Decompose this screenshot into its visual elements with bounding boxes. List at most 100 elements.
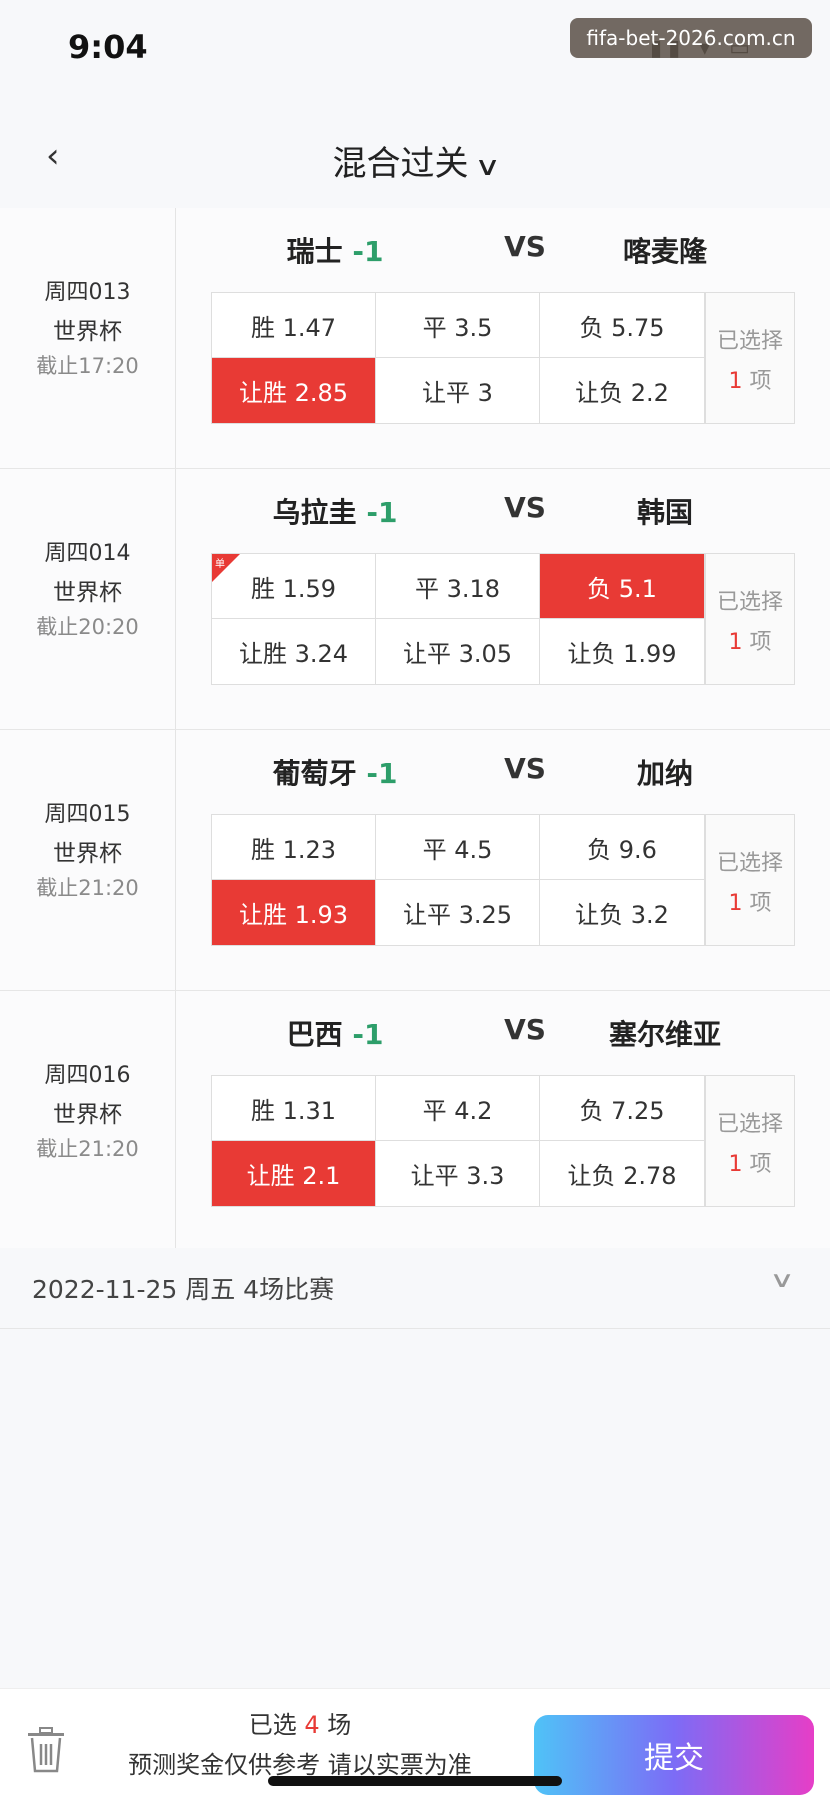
submit-button[interactable]: 提交 <box>534 1715 814 1795</box>
odds-label: 平 4.5 <box>422 835 493 864</box>
odds-option[interactable]: 让负 2.78 <box>540 1141 704 1206</box>
odds-option[interactable]: 负 5.1 <box>540 554 704 619</box>
home-indicator <box>268 1776 562 1786</box>
home-team-name: 巴西 <box>286 1018 343 1051</box>
odds-option[interactable]: 胜 1.47 <box>212 293 376 358</box>
match-code: 周四015 <box>44 802 131 827</box>
odds-option[interactable]: 胜 1.31 <box>212 1076 376 1141</box>
match-list: 周四013 世界杯 截止17:20 瑞士 -1 VS 喀麦隆 胜 1.47 平 3… <box>0 208 830 1252</box>
odds-option[interactable]: 负 5.75 <box>540 293 704 358</box>
match-row: 周四013 世界杯 截止17:20 瑞士 -1 VS 喀麦隆 胜 1.47 平 3… <box>0 208 830 469</box>
odds-option[interactable]: 平 3.18 <box>376 554 540 619</box>
league-name: 世界杯 <box>53 841 122 867</box>
handicap: -1 <box>352 235 384 268</box>
match-info: 周四015 世界杯 截止21:20 <box>0 730 176 990</box>
odds-option[interactable]: 让胜 3.24 <box>212 619 376 684</box>
odds-option[interactable]: 让平 3.05 <box>376 619 540 684</box>
selected-count-line: 1 项 <box>706 624 794 656</box>
home-team-name: 瑞士 <box>286 235 343 268</box>
selected-unit: 项 <box>749 891 772 916</box>
match-code: 周四013 <box>44 280 131 305</box>
odds-option[interactable]: 让负 2.2 <box>540 358 704 423</box>
selected-count: 1 <box>728 630 743 655</box>
odds-label: 胜 1.23 <box>250 835 337 864</box>
deadline: 截止20:20 <box>36 615 139 639</box>
odds-option[interactable]: 平 4.5 <box>376 815 540 880</box>
odds-grid: 单胜 1.59 平 3.18 负 5.1 让胜 3.24 让平 3.05 让负 1.99 <box>211 553 705 685</box>
away-team-name: 塞尔维亚 <box>608 1018 721 1051</box>
odds-label: 让负 2.78 <box>567 1162 677 1190</box>
play-type-selector[interactable]: 混合过关 ∨ <box>0 136 830 185</box>
odds-label: 胜 1.59 <box>250 574 337 603</box>
away-team-name: 喀麦隆 <box>622 235 707 268</box>
odds-option[interactable]: 让胜 2.1 <box>212 1141 376 1206</box>
odds-option[interactable]: 负 7.25 <box>540 1076 704 1141</box>
away-team-name: 加纳 <box>636 757 693 790</box>
single-badge: 单 <box>215 559 225 570</box>
handicap: -1 <box>366 496 398 529</box>
teams: 巴西 -1 VS 塞尔维亚 <box>175 1013 830 1053</box>
odds-label: 让胜 1.93 <box>238 901 349 929</box>
home-team: 瑞士 -1 <box>175 230 495 270</box>
teams: 葡萄牙 -1 VS 加纳 <box>175 752 830 792</box>
match-info: 周四014 世界杯 截止20:20 <box>0 469 176 729</box>
selected-unit: 项 <box>749 630 772 655</box>
odds-label: 平 3.5 <box>422 313 493 342</box>
odds-option[interactable]: 让平 3 <box>376 358 540 423</box>
odds-label: 让平 3.05 <box>402 640 513 668</box>
odds-option[interactable]: 平 3.5 <box>376 293 540 358</box>
odds-option[interactable]: 让胜 1.93 <box>212 880 376 945</box>
selected-count: 1 <box>728 369 743 394</box>
odds-option[interactable]: 让平 3.25 <box>376 880 540 945</box>
odds-option[interactable]: 负 9.6 <box>540 815 704 880</box>
handicap: -1 <box>352 1018 384 1051</box>
deadline: 截止21:20 <box>36 1137 139 1161</box>
odds-option[interactable]: 让负 1.99 <box>540 619 704 684</box>
odds-label: 让胜 3.24 <box>238 640 349 668</box>
selected-options-box[interactable]: 已选择 1 项 <box>705 292 795 424</box>
odds-grid: 胜 1.23 平 4.5 负 9.6 让胜 1.93 让平 3.25 让负 3.2 <box>211 814 705 946</box>
selected-count: 1 <box>728 1152 743 1177</box>
match-row: 周四015 世界杯 截止21:20 葡萄牙 -1 VS 加纳 胜 1.23 平 4… <box>0 730 830 991</box>
match-row: 周四014 世界杯 截止20:20 乌拉圭 -1 VS 韩国 单胜 1.59 平 … <box>0 469 830 730</box>
home-team-name: 葡萄牙 <box>272 757 357 790</box>
page-title: 混合过关 <box>332 144 469 184</box>
selected-prefix: 已选 <box>248 1711 297 1739</box>
selected-summary: 已选 4 场 <box>0 1705 600 1740</box>
nav-bar: ‹ 混合过关 ∨ <box>0 100 830 210</box>
deadline: 截止17:20 <box>36 354 139 378</box>
odds-option[interactable]: 让胜 2.85 <box>212 358 376 423</box>
selected-label: 已选择 <box>716 1112 783 1137</box>
odds-option[interactable]: 让负 3.2 <box>540 880 704 945</box>
selected-options-box[interactable]: 已选择 1 项 <box>705 814 795 946</box>
selected-count: 1 <box>728 891 743 916</box>
match-code: 周四014 <box>44 541 131 566</box>
home-team: 乌拉圭 -1 <box>175 491 495 531</box>
selected-options-box[interactable]: 已选择 1 项 <box>705 1075 795 1207</box>
match-info: 周四013 世界杯 截止17:20 <box>0 208 176 468</box>
match-info: 周四016 世界杯 截止21:20 <box>0 991 176 1251</box>
odds-label: 让平 3.25 <box>402 901 513 929</box>
odds-label: 让负 2.2 <box>575 379 669 407</box>
selected-unit: 项 <box>749 369 772 394</box>
odds-label: 负 7.25 <box>579 1096 665 1125</box>
odds-option[interactable]: 单胜 1.59 <box>212 554 376 619</box>
odds-label: 平 4.2 <box>422 1096 493 1125</box>
odds-label: 让胜 2.1 <box>246 1162 341 1190</box>
selected-count-line: 1 项 <box>706 885 794 917</box>
teams: 瑞士 -1 VS 喀麦隆 <box>175 230 830 270</box>
home-team: 葡萄牙 -1 <box>175 752 495 792</box>
selected-count-line: 1 项 <box>706 363 794 395</box>
selected-options-box[interactable]: 已选择 1 项 <box>705 553 795 685</box>
selected-count: 4 <box>304 1711 320 1739</box>
odds-option[interactable]: 平 4.2 <box>376 1076 540 1141</box>
selected-label: 已选择 <box>716 329 783 354</box>
odds-grid: 胜 1.31 平 4.2 负 7.25 让胜 2.1 让平 3.3 让负 2.78 <box>211 1075 705 1207</box>
odds-option[interactable]: 让平 3.3 <box>376 1141 540 1206</box>
odds-option[interactable]: 胜 1.23 <box>212 815 376 880</box>
odds-label: 负 9.6 <box>587 835 657 864</box>
odds-label: 负 5.1 <box>587 574 657 603</box>
league-name: 世界杯 <box>53 580 122 606</box>
date-group-row[interactable]: 2022-11-25 周五 4场比赛 ∨ <box>0 1248 830 1329</box>
odds-label: 胜 1.31 <box>250 1096 337 1125</box>
